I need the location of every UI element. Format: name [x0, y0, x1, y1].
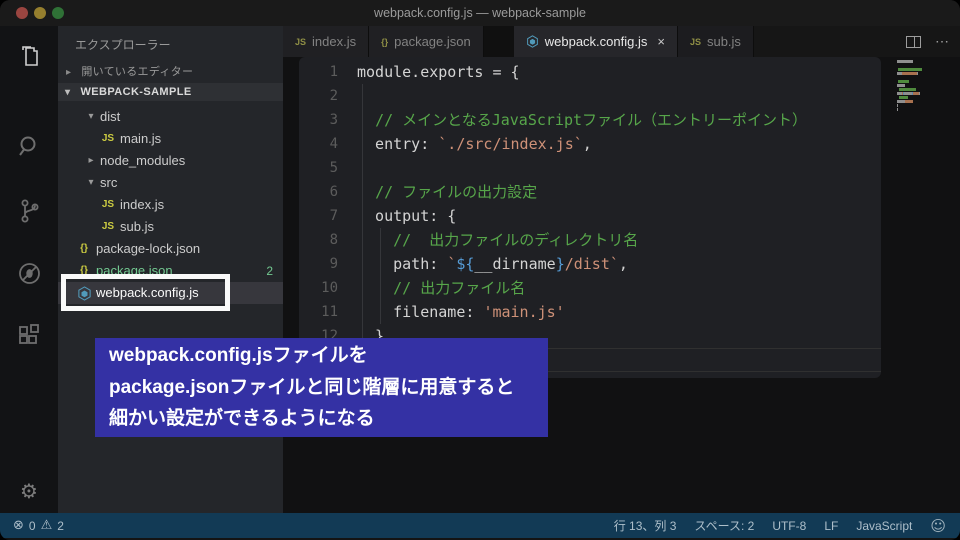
- line-number: 9: [329, 256, 338, 272]
- title-bar: webpack.config.js — webpack-sample: [0, 0, 960, 26]
- code-line: 1 module.exports = {: [299, 60, 881, 84]
- split-editor-icon[interactable]: [906, 35, 921, 48]
- js-file-icon: JS: [101, 133, 115, 144]
- code-line: 2: [299, 84, 881, 108]
- line-number: 5: [329, 160, 338, 176]
- line-number: 8: [329, 232, 338, 248]
- chevron-down-icon: ▾: [65, 87, 71, 98]
- activity-bar: ⚙: [0, 26, 58, 515]
- tab-package-json[interactable]: {} package.json: [369, 26, 484, 57]
- settings-gear-icon[interactable]: ⚙: [14, 476, 44, 506]
- cursor-position-status[interactable]: 行 13、列 3: [614, 517, 677, 534]
- line-number: 11: [321, 304, 338, 320]
- indentation-status[interactable]: スペース: 2: [694, 517, 754, 534]
- code-line: 11 filename: 'main.js': [299, 300, 881, 324]
- debug-icon[interactable]: [14, 258, 44, 288]
- js-file-icon: JS: [295, 36, 307, 47]
- line-number: 2: [329, 88, 338, 104]
- js-file-icon: JS: [101, 199, 115, 210]
- tree-item-package-lock-json[interactable]: {} package-lock.json: [58, 238, 283, 260]
- tab-webpack-config-js[interactable]: webpack.config.js ×: [513, 26, 678, 57]
- code-line: 3 // メインとなるJavaScriptファイル（エントリーポイント）: [299, 108, 881, 132]
- more-actions-icon[interactable]: ⋯: [935, 33, 950, 50]
- chevron-down-icon: ▾: [88, 177, 94, 188]
- warning-count: 2: [57, 518, 64, 533]
- code-line: 7 output: {: [299, 204, 881, 228]
- webpack-file-icon: [526, 35, 539, 48]
- line-number: 1: [329, 64, 338, 80]
- tree-item-sub-js[interactable]: JS sub.js: [58, 216, 283, 238]
- tab-gap: [483, 26, 514, 57]
- line-number: 10: [321, 280, 338, 296]
- feedback-smiley-icon[interactable]: ☺: [930, 517, 946, 535]
- tree-item-webpack-config-js[interactable]: webpack.config.js: [58, 274, 283, 311]
- search-icon[interactable]: [14, 131, 44, 161]
- line-number: 3: [329, 112, 338, 128]
- screenshot: webpack.config.js — webpack-sample ⚙ エクス…: [0, 0, 960, 540]
- chevron-right-icon: ▸: [66, 67, 72, 78]
- workspace-root-header[interactable]: ▾ WEBPACK-SAMPLE: [58, 83, 283, 101]
- tab-bar: JS index.js {} package.json webpack.conf…: [283, 26, 960, 57]
- explorer-icon[interactable]: [14, 42, 44, 72]
- language-mode-status[interactable]: JavaScript: [856, 519, 912, 533]
- open-editors-section[interactable]: ▸ 開いているエディター: [66, 63, 193, 79]
- json-file-icon: {}: [80, 265, 88, 276]
- window-title: webpack.config.js — webpack-sample: [374, 6, 586, 20]
- git-changes-badge: 2: [266, 264, 273, 278]
- line-number: 7: [329, 208, 338, 224]
- code-editor[interactable]: 1 module.exports = { 2 3 // メインとなるJavaScrip…: [299, 57, 881, 378]
- indent-guide: [380, 228, 381, 324]
- code-line: 5: [299, 156, 881, 180]
- code-line: 4 entry: `./src/index.js`,: [299, 132, 881, 156]
- line-number: 4: [329, 136, 338, 152]
- code-line: 6 // ファイルの出力設定: [299, 180, 881, 204]
- chevron-right-icon: ▸: [88, 155, 94, 166]
- tree-item-main-js[interactable]: JS main.js: [58, 128, 283, 150]
- warning-icon: ⚠: [40, 518, 53, 533]
- explorer-sidebar: エクスプローラー ▸ 開いているエディター ▾ WEBPACK-SAMPLE ▾…: [58, 26, 283, 515]
- code-lines: 1 module.exports = { 2 3 // メインとなるJavaScrip…: [299, 57, 881, 378]
- json-file-icon: {}: [80, 243, 88, 254]
- tutorial-callout: webpack.config.jsファイルを package.jsonファイルと…: [95, 338, 548, 437]
- code-line: 10 // 出力ファイル名: [299, 276, 881, 300]
- file-tree: ▾ dist JS main.js ▸ node_modules ▾ src J…: [58, 106, 283, 311]
- status-bar: ⊗ 0 ⚠ 2 行 13、列 3 スペース: 2 UTF-8 LF JavaSc…: [0, 513, 960, 538]
- chevron-down-icon: ▾: [88, 111, 94, 122]
- encoding-status[interactable]: UTF-8: [772, 519, 806, 533]
- source-control-icon[interactable]: [14, 196, 44, 226]
- minimap[interactable]: [897, 60, 941, 112]
- tree-item-index-js[interactable]: JS index.js: [58, 194, 283, 216]
- tree-item-src[interactable]: ▾ src: [58, 172, 283, 194]
- line-number: 6: [329, 184, 338, 200]
- error-count: 0: [28, 518, 36, 533]
- js-file-icon: JS: [689, 36, 701, 47]
- indent-guide: [362, 84, 363, 348]
- vscode-window: webpack.config.js — webpack-sample ⚙ エクス…: [0, 0, 960, 540]
- sidebar-title: エクスプローラー: [75, 38, 171, 52]
- error-icon: ⊗: [13, 518, 24, 533]
- close-tab-icon[interactable]: ×: [657, 34, 665, 49]
- code-line: 8 // 出力ファイルのディレクトリ名: [299, 228, 881, 252]
- tree-item-node-modules[interactable]: ▸ node_modules: [58, 150, 283, 172]
- editor-group: JS index.js {} package.json webpack.conf…: [283, 26, 960, 515]
- problems-status[interactable]: ⊗ 0 ⚠ 2: [13, 518, 64, 533]
- webpack-file-icon: [74, 285, 94, 301]
- json-file-icon: {}: [381, 36, 389, 47]
- extensions-icon[interactable]: [14, 321, 44, 351]
- code-line: 9 path: `${__dirname}/dist`,: [299, 252, 881, 276]
- eol-status[interactable]: LF: [824, 519, 838, 533]
- tab-index-js[interactable]: JS index.js: [283, 26, 370, 57]
- tree-item-package-json[interactable]: {} package.json 2: [58, 260, 283, 282]
- tree-item-dist[interactable]: ▾ dist: [58, 106, 283, 128]
- js-file-icon: JS: [101, 221, 115, 232]
- tab-sub-js[interactable]: JS sub.js: [677, 26, 754, 57]
